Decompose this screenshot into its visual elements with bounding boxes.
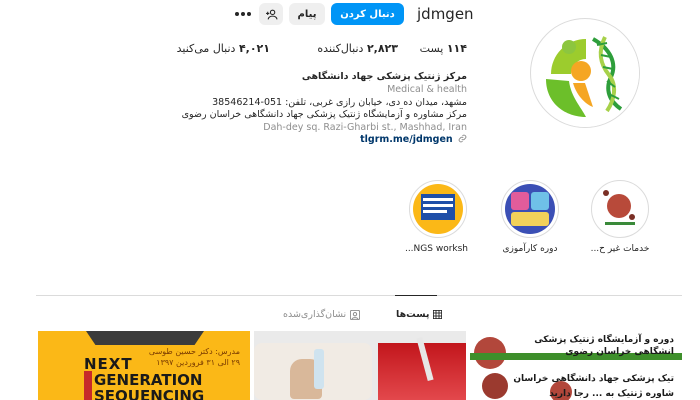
profile-username: jdmgen (417, 5, 474, 23)
post-text-line1: دوره و آزمایشگاه ژنتیک پزشکی (534, 335, 674, 345)
posts-count: ۱۱۴ پست (420, 42, 467, 55)
tab-posts-label: پست‌ها (396, 309, 430, 320)
highlight-training-image (505, 184, 555, 234)
suggest-accounts-button[interactable] (259, 3, 283, 25)
followers-count[interactable]: ۲,۸۲۳ دنبال‌کننده (317, 42, 398, 55)
highlight-training-course[interactable]: دوره کارآموزی (500, 180, 560, 254)
highlight-ngs-image (413, 184, 463, 234)
post-thumbnail[interactable]: دوره و آزمایشگاه ژنتیک پزشکی انشگاهی خرا… (470, 331, 682, 400)
highlight-services[interactable]: خدمات غیر ح... (590, 180, 650, 254)
post-text-line4: شاوره ژنتیک به ... رجا دارید (549, 389, 674, 399)
highlight-ring (409, 180, 467, 238)
post-text-line2: انشگاهی خراسان رضوی (565, 347, 674, 357)
tagged-user-icon (350, 309, 361, 320)
post-lab-tube (314, 349, 324, 389)
tab-posts[interactable]: پست‌ها (396, 309, 443, 320)
post-thumbnail[interactable] (254, 331, 466, 400)
bio-address-english: Dah-dey sq. Razi-Gharbi st., Mashhad, Ir… (263, 122, 467, 133)
more-options-icon (235, 12, 251, 16)
followers-count-label: دنبال‌کننده (317, 42, 364, 55)
post-banner (86, 331, 204, 345)
message-button[interactable]: پیام (289, 3, 325, 25)
bio-link[interactable]: tlgrm.me/jdmgen (360, 134, 467, 145)
highlight-ring (501, 180, 559, 238)
jdmgen-logo-icon (532, 20, 639, 127)
highlight-services-image (595, 184, 645, 234)
tab-tagged-label: نشان‌گذاری‌شده (283, 309, 347, 320)
tabs-divider (36, 295, 682, 296)
highlight-ring (591, 180, 649, 238)
bio-description: مرکز مشاوره و آزمایشگاه ژنتیک پزشکی جهاد… (181, 109, 467, 120)
bio-address: مشهد، میدان ده دی، خیابان رازی غربی، تلف… (212, 97, 467, 108)
person-plus-icon (265, 9, 277, 19)
highlight-ngs-workshop[interactable]: NGS worksh... (404, 180, 468, 254)
post-date-text: ۲۹ الی ۳۱ فروردین ۱۳۹۷ (156, 358, 240, 367)
tab-tagged[interactable]: نشان‌گذاری‌شده (283, 309, 361, 320)
highlight-label: NGS worksh... (404, 244, 468, 254)
following-count[interactable]: ۴,۰۲۱ دنبال می‌کنید (177, 42, 270, 55)
profile-avatar[interactable] (530, 18, 640, 128)
bio-full-name: مرکز ژنتیک پزشکی جهاد دانشگاهی (301, 71, 467, 82)
link-icon (458, 134, 467, 143)
posts-count-label: پست (419, 42, 444, 55)
more-options-button[interactable] (232, 3, 254, 25)
follow-button[interactable]: دنبال کردن (331, 3, 404, 25)
posts-count-value: ۱۱۴ (446, 42, 467, 55)
post-virus-2 (482, 373, 508, 399)
post-thumbnail[interactable]: مدرس: دکتر حسین طوسی ۲۹ الی ۳۱ فروردین ۱… (38, 331, 250, 400)
bio-link-text: tlgrm.me/jdmgen (360, 134, 453, 145)
highlight-label: خدمات غیر ح... (590, 244, 650, 254)
followers-count-value: ۲,۸۲۳ (366, 42, 398, 55)
following-count-label: دنبال می‌کنید (176, 42, 236, 55)
post-ngs-letters (84, 371, 92, 400)
post-text-line3: تیک پزشکی جهاد دانشگاهی خراسان (513, 374, 674, 384)
post-title-line3: SEQUENCING (94, 387, 205, 400)
post-teacher-text: مدرس: دکتر حسین طوسی (148, 347, 240, 356)
active-tab-indicator (395, 295, 437, 296)
grid-icon (433, 310, 443, 319)
following-count-value: ۴,۰۲۱ (238, 42, 270, 55)
highlight-label: دوره کارآموزی (502, 244, 558, 254)
bio-category: Medical & health (387, 84, 467, 95)
